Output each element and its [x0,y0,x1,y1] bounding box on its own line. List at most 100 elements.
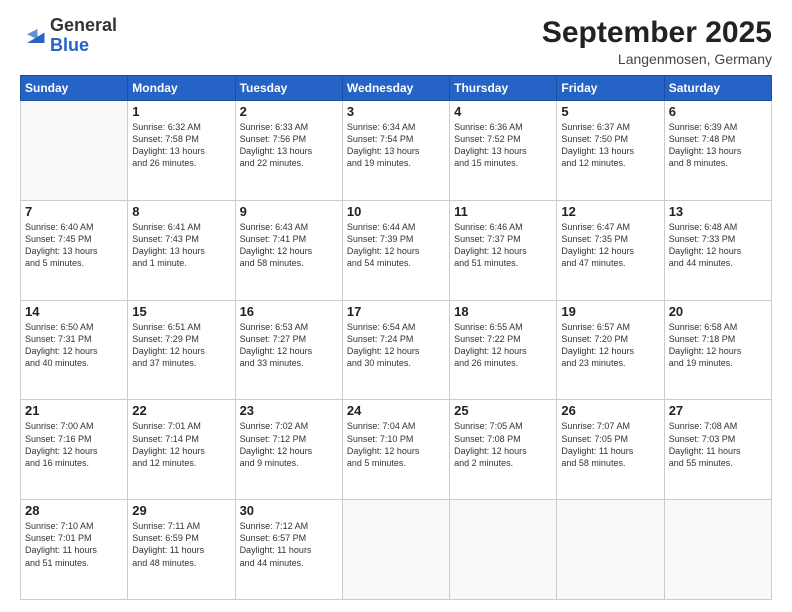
weekday-wednesday: Wednesday [342,76,449,101]
day-info: Sunrise: 6:33 AM Sunset: 7:56 PM Dayligh… [240,121,338,170]
day-info: Sunrise: 6:50 AM Sunset: 7:31 PM Dayligh… [25,321,123,370]
day-number: 10 [347,204,445,219]
weekday-sunday: Sunday [21,76,128,101]
calendar-cell [450,500,557,600]
day-info: Sunrise: 6:34 AM Sunset: 7:54 PM Dayligh… [347,121,445,170]
day-number: 29 [132,503,230,518]
calendar-cell [664,500,771,600]
calendar-cell: 29 Sunrise: 7:11 AM Sunset: 6:59 PM Dayli… [128,500,235,600]
day-info: Sunrise: 7:02 AM Sunset: 7:12 PM Dayligh… [240,420,338,469]
day-number: 16 [240,304,338,319]
day-number: 6 [669,104,767,119]
day-info: Sunrise: 6:40 AM Sunset: 7:45 PM Dayligh… [25,221,123,270]
day-info: Sunrise: 7:08 AM Sunset: 7:03 PM Dayligh… [669,420,767,469]
weekday-monday: Monday [128,76,235,101]
calendar-cell: 22Sunrise: 7:01 AM Sunset: 7:14 PM Dayli… [128,400,235,500]
calendar-cell: 20 Sunrise: 6:58 AM Sunset: 7:18 PM Dayli… [664,300,771,400]
day-number: 15 [132,304,230,319]
weekday-saturday: Saturday [664,76,771,101]
day-info: Sunrise: 6:57 AM Sunset: 7:20 PM Dayligh… [561,321,659,370]
calendar-cell: 12 Sunrise: 6:47 AM Sunset: 7:35 PM Dayli… [557,200,664,300]
day-number: 1 [132,104,230,119]
calendar-cell: 16 Sunrise: 6:53 AM Sunset: 7:27 PM Dayli… [235,300,342,400]
day-info: Sunrise: 6:53 AM Sunset: 7:27 PM Dayligh… [240,321,338,370]
day-number: 18 [454,304,552,319]
calendar-cell: 14 Sunrise: 6:50 AM Sunset: 7:31 PM Dayli… [21,300,128,400]
calendar-cell [342,500,449,600]
calendar-cell [21,101,128,201]
calendar-cell: 18 Sunrise: 6:55 AM Sunset: 7:22 PM Dayli… [450,300,557,400]
week-row-3: 21Sunrise: 7:00 AM Sunset: 7:16 PM Dayli… [21,400,772,500]
logo-icon [20,22,48,50]
calendar-cell [557,500,664,600]
day-info: Sunrise: 7:00 AM Sunset: 7:16 PM Dayligh… [25,420,123,469]
day-info: Sunrise: 6:46 AM Sunset: 7:37 PM Dayligh… [454,221,552,270]
weekday-header-row: SundayMondayTuesdayWednesdayThursdayFrid… [21,76,772,101]
day-number: 17 [347,304,445,319]
day-info: Sunrise: 6:36 AM Sunset: 7:52 PM Dayligh… [454,121,552,170]
day-number: 2 [240,104,338,119]
day-number: 24 [347,403,445,418]
day-number: 11 [454,204,552,219]
calendar-cell: 27Sunrise: 7:08 AM Sunset: 7:03 PM Dayli… [664,400,771,500]
weekday-friday: Friday [557,76,664,101]
day-info: Sunrise: 6:51 AM Sunset: 7:29 PM Dayligh… [132,321,230,370]
day-info: Sunrise: 6:41 AM Sunset: 7:43 PM Dayligh… [132,221,230,270]
day-info: Sunrise: 7:07 AM Sunset: 7:05 PM Dayligh… [561,420,659,469]
calendar-cell: 28 Sunrise: 7:10 AM Sunset: 7:01 PM Dayli… [21,500,128,600]
calendar-cell: 7 Sunrise: 6:40 AM Sunset: 7:45 PM Daylig… [21,200,128,300]
logo: General Blue [20,16,117,56]
calendar-cell: 15 Sunrise: 6:51 AM Sunset: 7:29 PM Dayli… [128,300,235,400]
calendar-cell: 24Sunrise: 7:04 AM Sunset: 7:10 PM Dayli… [342,400,449,500]
calendar-cell: 8 Sunrise: 6:41 AM Sunset: 7:43 PM Daylig… [128,200,235,300]
day-info: Sunrise: 7:01 AM Sunset: 7:14 PM Dayligh… [132,420,230,469]
page: General Blue September 2025 Langenmosen,… [0,0,792,612]
calendar-cell: 17 Sunrise: 6:54 AM Sunset: 7:24 PM Dayli… [342,300,449,400]
day-number: 26 [561,403,659,418]
calendar-cell: 13Sunrise: 6:48 AM Sunset: 7:33 PM Dayli… [664,200,771,300]
day-number: 28 [25,503,123,518]
day-info: Sunrise: 7:12 AM Sunset: 6:57 PM Dayligh… [240,520,338,569]
day-number: 30 [240,503,338,518]
day-info: Sunrise: 6:55 AM Sunset: 7:22 PM Dayligh… [454,321,552,370]
logo-blue-text: Blue [50,35,89,55]
calendar-cell: 10 Sunrise: 6:44 AM Sunset: 7:39 PM Dayli… [342,200,449,300]
day-info: Sunrise: 6:39 AM Sunset: 7:48 PM Dayligh… [669,121,767,170]
day-number: 4 [454,104,552,119]
day-number: 23 [240,403,338,418]
week-row-0: 1Sunrise: 6:32 AM Sunset: 7:58 PM Daylig… [21,101,772,201]
day-info: Sunrise: 6:54 AM Sunset: 7:24 PM Dayligh… [347,321,445,370]
month-title: September 2025 [542,16,772,49]
day-number: 19 [561,304,659,319]
calendar-cell: 30 Sunrise: 7:12 AM Sunset: 6:57 PM Dayli… [235,500,342,600]
calendar-cell: 9 Sunrise: 6:43 AM Sunset: 7:41 PM Daylig… [235,200,342,300]
day-info: Sunrise: 6:37 AM Sunset: 7:50 PM Dayligh… [561,121,659,170]
header: General Blue September 2025 Langenmosen,… [20,16,772,67]
calendar-cell: 25Sunrise: 7:05 AM Sunset: 7:08 PM Dayli… [450,400,557,500]
day-number: 9 [240,204,338,219]
calendar-cell: 1Sunrise: 6:32 AM Sunset: 7:58 PM Daylig… [128,101,235,201]
day-number: 20 [669,304,767,319]
day-info: Sunrise: 6:44 AM Sunset: 7:39 PM Dayligh… [347,221,445,270]
day-info: Sunrise: 6:47 AM Sunset: 7:35 PM Dayligh… [561,221,659,270]
week-row-4: 28 Sunrise: 7:10 AM Sunset: 7:01 PM Dayli… [21,500,772,600]
day-info: Sunrise: 7:11 AM Sunset: 6:59 PM Dayligh… [132,520,230,569]
day-number: 3 [347,104,445,119]
day-number: 12 [561,204,659,219]
day-number: 14 [25,304,123,319]
calendar-cell: 5Sunrise: 6:37 AM Sunset: 7:50 PM Daylig… [557,101,664,201]
calendar-cell: 4 Sunrise: 6:36 AM Sunset: 7:52 PM Daylig… [450,101,557,201]
calendar-cell: 26 Sunrise: 7:07 AM Sunset: 7:05 PM Dayli… [557,400,664,500]
day-info: Sunrise: 6:43 AM Sunset: 7:41 PM Dayligh… [240,221,338,270]
day-info: Sunrise: 7:10 AM Sunset: 7:01 PM Dayligh… [25,520,123,569]
calendar-cell: 2 Sunrise: 6:33 AM Sunset: 7:56 PM Daylig… [235,101,342,201]
day-info: Sunrise: 6:58 AM Sunset: 7:18 PM Dayligh… [669,321,767,370]
day-number: 7 [25,204,123,219]
calendar-cell: 23 Sunrise: 7:02 AM Sunset: 7:12 PM Dayli… [235,400,342,500]
location-title: Langenmosen, Germany [542,51,772,67]
calendar-cell: 3 Sunrise: 6:34 AM Sunset: 7:54 PM Daylig… [342,101,449,201]
day-number: 8 [132,204,230,219]
calendar-cell: 21Sunrise: 7:00 AM Sunset: 7:16 PM Dayli… [21,400,128,500]
calendar-cell: 19 Sunrise: 6:57 AM Sunset: 7:20 PM Dayli… [557,300,664,400]
day-info: Sunrise: 7:05 AM Sunset: 7:08 PM Dayligh… [454,420,552,469]
